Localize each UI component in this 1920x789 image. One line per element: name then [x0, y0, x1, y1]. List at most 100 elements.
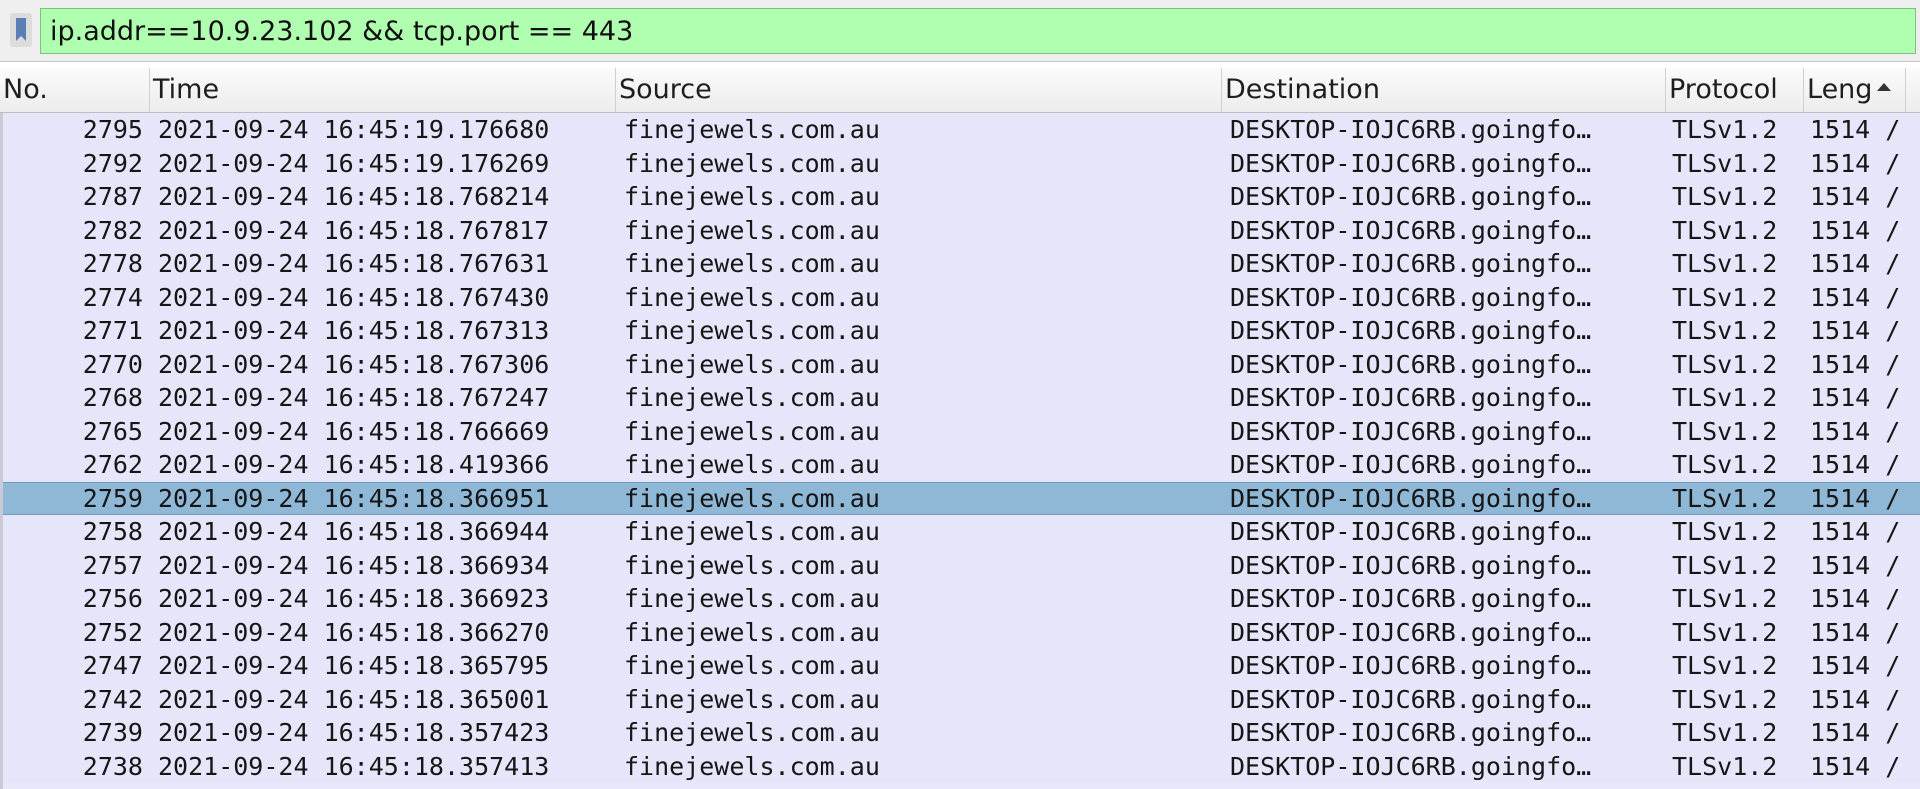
packet-protocol-cell: TLSv1.2 — [1672, 450, 1778, 480]
packet-number-cell: 2757 — [82, 550, 143, 580]
packet-source-cell: finejewels.com.au — [624, 316, 880, 346]
packet-row[interactable]: 2768 2021-09-24 16:45:18.767247 finejewels… — [0, 381, 1920, 415]
packet-number-cell: 2787 — [82, 182, 143, 212]
column-header-overflow[interactable] — [1906, 68, 1920, 112]
packet-time-cell: 2021-09-24 16:45:18.365001 — [158, 684, 550, 714]
packet-protocol-cell: TLSv1.2 — [1672, 215, 1778, 245]
packet-time-cell: 2021-09-24 16:45:18.767247 — [158, 383, 550, 413]
packet-destination-cell: DESKTOP-IOJC6RB.goingfo… — [1230, 517, 1592, 547]
packet-destination-cell: DESKTOP-IOJC6RB.goingfo… — [1230, 182, 1592, 212]
packet-number-cell: 2795 — [82, 115, 143, 145]
packet-protocol-cell: TLSv1.2 — [1672, 651, 1778, 681]
packet-protocol-cell: TLSv1.2 — [1672, 617, 1778, 647]
packet-time-cell: 2021-09-24 16:45:18.767430 — [158, 282, 550, 312]
packet-source-cell: finejewels.com.au — [624, 617, 880, 647]
sort-ascending-icon — [1877, 83, 1891, 91]
packet-protocol-cell: TLSv1.2 — [1672, 249, 1778, 279]
filter-bookmark-button[interactable] — [4, 10, 38, 50]
packet-time-cell: 2021-09-24 16:45:18.366270 — [158, 617, 550, 647]
column-header-length[interactable]: Leng — [1804, 68, 1906, 112]
packet-time-cell: 2021-09-24 16:45:18.767817 — [158, 215, 550, 245]
column-header-label: Protocol — [1669, 74, 1778, 105]
packet-destination-cell: DESKTOP-IOJC6RB.goingfo… — [1230, 215, 1592, 245]
packet-row[interactable]: 2774 2021-09-24 16:45:18.767430 finejewels… — [0, 280, 1920, 314]
packet-number-cell: 2747 — [82, 651, 143, 681]
column-header-time[interactable]: Time — [150, 68, 616, 112]
packet-row[interactable]: 2778 2021-09-24 16:45:18.767631 finejewels… — [0, 247, 1920, 281]
packet-protocol-cell: TLSv1.2 — [1672, 316, 1778, 346]
column-header-destination[interactable]: Destination — [1222, 68, 1666, 112]
packet-row[interactable]: 2757 2021-09-24 16:45:18.366934 finejewels… — [0, 548, 1920, 582]
packet-length-cell: 1514 / — [1810, 617, 1901, 647]
packet-number-cell: 2758 — [82, 517, 143, 547]
packet-destination-cell: DESKTOP-IOJC6RB.goingfo… — [1230, 349, 1592, 379]
packet-protocol-cell: TLSv1.2 — [1672, 115, 1778, 145]
packet-time-cell: 2021-09-24 16:45:18.366934 — [158, 550, 550, 580]
packet-length-cell: 1514 / — [1810, 450, 1901, 480]
packet-row[interactable]: 2762 2021-09-24 16:45:18.419366 finejewels… — [0, 448, 1920, 482]
packet-time-cell: 2021-09-24 16:45:18.357423 — [158, 718, 550, 748]
packet-length-cell: 1514 / — [1810, 383, 1901, 413]
packet-protocol-cell: TLSv1.2 — [1672, 684, 1778, 714]
packet-destination-cell: DESKTOP-IOJC6RB.goingfo… — [1230, 416, 1592, 446]
packet-row[interactable]: 2738 2021-09-24 16:45:18.357413 finejewels… — [0, 749, 1920, 783]
packet-length-cell: 1514 / — [1810, 115, 1901, 145]
packet-destination-cell: DESKTOP-IOJC6RB.goingfo… — [1230, 718, 1592, 748]
packet-row[interactable]: 2765 2021-09-24 16:45:18.766669 finejewels… — [0, 414, 1920, 448]
packet-length-cell: 1514 / — [1810, 282, 1901, 312]
column-header-label: Leng — [1807, 74, 1873, 105]
packet-destination-cell: DESKTOP-IOJC6RB.goingfo… — [1230, 617, 1592, 647]
packet-row[interactable]: 2770 2021-09-24 16:45:18.767306 finejewels… — [0, 347, 1920, 381]
packet-list-header: No. Time Source Destination Protocol Len… — [0, 68, 1920, 113]
packet-time-cell: 2021-09-24 16:45:18.767631 — [158, 249, 550, 279]
packet-length-cell: 1514 / — [1810, 416, 1901, 446]
packet-time-cell: 2021-09-24 16:45:18.766669 — [158, 416, 550, 446]
packet-destination-cell: DESKTOP-IOJC6RB.goingfo… — [1230, 684, 1592, 714]
packet-time-cell: 2021-09-24 16:45:18.357413 — [158, 751, 550, 781]
packet-length-cell: 1514 / — [1810, 249, 1901, 279]
packet-time-cell: 2021-09-24 16:45:18.767306 — [158, 349, 550, 379]
packet-length-cell: 1514 / — [1810, 517, 1901, 547]
packet-row[interactable]: 2758 2021-09-24 16:45:18.366944 finejewels… — [0, 515, 1920, 549]
packet-protocol-cell: TLSv1.2 — [1672, 148, 1778, 178]
packet-protocol-cell: TLSv1.2 — [1672, 182, 1778, 212]
packet-row[interactable]: 2795 2021-09-24 16:45:19.176680 finejewels… — [0, 113, 1920, 147]
packet-destination-cell: DESKTOP-IOJC6RB.goingfo… — [1230, 383, 1592, 413]
display-filter-input[interactable] — [40, 8, 1916, 54]
column-header-no[interactable]: No. — [0, 68, 150, 112]
packet-destination-cell: DESKTOP-IOJC6RB.goingfo… — [1230, 148, 1592, 178]
packet-number-cell: 2792 — [82, 148, 143, 178]
packet-protocol-cell: TLSv1.2 — [1672, 517, 1778, 547]
packet-number-cell: 2770 — [82, 349, 143, 379]
packet-row[interactable]: 2771 2021-09-24 16:45:18.767313 finejewels… — [0, 314, 1920, 348]
packet-row[interactable]: 2787 2021-09-24 16:45:18.768214 finejewels… — [0, 180, 1920, 214]
packet-row[interactable]: 2742 2021-09-24 16:45:18.365001 finejewels… — [0, 682, 1920, 716]
column-header-source[interactable]: Source — [616, 68, 1222, 112]
packet-destination-cell: DESKTOP-IOJC6RB.goingfo… — [1230, 249, 1592, 279]
packet-source-cell: finejewels.com.au — [624, 550, 880, 580]
packet-row-selected[interactable]: 2759 2021-09-24 16:45:18.366951 finejewels… — [0, 481, 1920, 515]
packet-protocol-cell: TLSv1.2 — [1672, 718, 1778, 748]
packet-row[interactable]: 2752 2021-09-24 16:45:18.366270 finejewels… — [0, 615, 1920, 649]
packet-number-cell: 2759 — [82, 483, 143, 513]
packet-row[interactable]: 2739 2021-09-24 16:45:18.357423 finejewels… — [0, 716, 1920, 750]
packet-time-cell: 2021-09-24 16:45:18.767313 — [158, 316, 550, 346]
packet-row[interactable]: 2747 2021-09-24 16:45:18.365795 finejewels… — [0, 649, 1920, 683]
packet-destination-cell: DESKTOP-IOJC6RB.goingfo… — [1230, 282, 1592, 312]
packet-row[interactable]: 2756 2021-09-24 16:45:18.366923 finejewels… — [0, 582, 1920, 616]
packet-number-cell: 2756 — [82, 584, 143, 614]
packet-row[interactable]: 2782 2021-09-24 16:45:18.767817 finejewels… — [0, 213, 1920, 247]
packet-source-cell: finejewels.com.au — [624, 148, 880, 178]
packet-row[interactable]: 2792 2021-09-24 16:45:19.176269 finejewels… — [0, 146, 1920, 180]
packet-source-cell: finejewels.com.au — [624, 282, 880, 312]
packet-length-cell: 1514 / — [1810, 718, 1901, 748]
packet-destination-cell: DESKTOP-IOJC6RB.goingfo… — [1230, 751, 1592, 781]
packet-number-cell: 2762 — [82, 450, 143, 480]
bookmark-icon — [10, 13, 32, 47]
column-header-protocol[interactable]: Protocol — [1666, 68, 1804, 112]
packet-protocol-cell: TLSv1.2 — [1672, 349, 1778, 379]
packet-protocol-cell: TLSv1.2 — [1672, 584, 1778, 614]
packet-length-cell: 1514 / — [1810, 148, 1901, 178]
packet-number-cell: 2782 — [82, 215, 143, 245]
packet-list[interactable]: 2795 2021-09-24 16:45:19.176680 finejewels… — [0, 113, 1920, 789]
